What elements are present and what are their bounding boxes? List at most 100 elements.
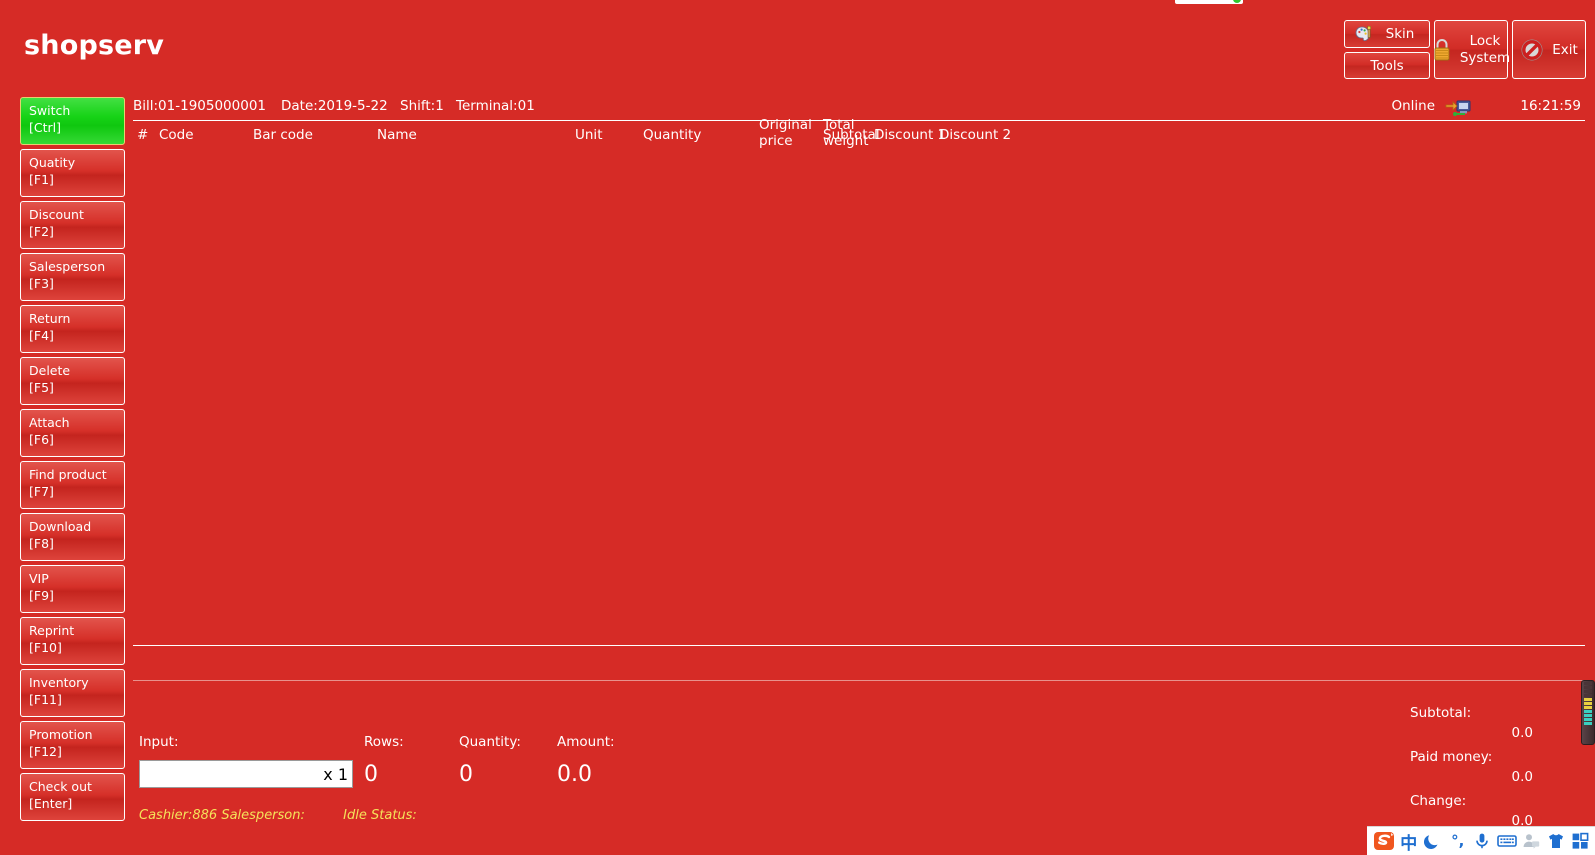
exit-button[interactable]: Exit <box>1512 20 1586 79</box>
sidebar-item-discount[interactable]: Discount [F2] <box>20 201 125 249</box>
skin-button[interactable]: Skin <box>1344 20 1430 48</box>
lock-icon <box>1432 38 1452 62</box>
sidebar-item-label: Return <box>29 311 71 326</box>
sidebar-item-shortcut: [F9] <box>29 587 54 603</box>
sidebar-item-shortcut: [Enter] <box>29 795 73 811</box>
punctuation-label: °, <box>1451 832 1465 850</box>
sidebar-item-quatity[interactable]: Quatity [F1] <box>20 149 125 197</box>
sidebar-item-label: Reprint <box>29 623 75 638</box>
subtotal-row: Subtotal: 0.0 <box>1410 705 1585 749</box>
sidebar-item-shortcut: [F3] <box>29 275 54 291</box>
toolbar-left-column: Skin Tools <box>1344 20 1430 79</box>
ime-mode-chinese-icon[interactable]: 中 <box>1398 829 1420 854</box>
sidebar-item-label: Attach <box>29 415 70 430</box>
function-key-sidebar: Switch [Ctrl] Quatity [F1] Discount [F2] Sales… <box>20 97 125 825</box>
sidebar-item-download[interactable]: Download [F8] <box>20 513 125 561</box>
col-header-name: Name <box>377 127 417 143</box>
cashier-status: Cashier:886 Salesperson: <box>139 808 305 823</box>
sidebar-item-shortcut: [F2] <box>29 223 54 239</box>
microphone-icon[interactable] <box>1472 829 1494 853</box>
subtotal-label: Subtotal: <box>1410 705 1472 721</box>
sidebar-item-delete[interactable]: Delete [F5] <box>20 357 125 405</box>
grid-bottom-divider <box>133 645 1585 646</box>
sidebar-item-label: VIP <box>29 571 49 586</box>
sidebar-item-label: Quatity <box>29 155 76 170</box>
window-toolbar: Skin Tools Lock System Exit <box>1344 20 1586 79</box>
bill-terminal: Terminal:01 <box>456 98 535 114</box>
col-header-total-weight: Total weight <box>823 117 869 149</box>
ime-mode-label: 中 <box>1400 833 1418 854</box>
quantity-value: 0 <box>459 762 473 787</box>
barcode-input-wrapper[interactable]: x 1 <box>139 760 353 788</box>
sidebar-item-shortcut: [F4] <box>29 327 54 343</box>
sidebar-item-label: Switch <box>29 103 71 118</box>
sidebar-item-label: Inventory <box>29 675 89 690</box>
sidebar-item-switch[interactable]: Switch [Ctrl] <box>20 97 125 145</box>
bill-date: Date:2019-5-22 <box>281 98 388 114</box>
totals-panel: Subtotal: 0.0 Paid money: 0.0 Change: 0.… <box>1410 705 1585 837</box>
sidebar-item-label: Check out <box>29 779 92 794</box>
idle-status: Idle Status: <box>343 808 417 823</box>
level-indicator-widget[interactable] <box>1581 680 1595 745</box>
sidebar-item-label: Download <box>29 519 92 534</box>
sidebar-item-find-product[interactable]: Find product [F7] <box>20 461 125 509</box>
sidebar-item-label: Find product <box>29 467 107 482</box>
col-header-subtotal: Subtotal <box>823 127 880 143</box>
sidebar-item-shortcut: [F5] <box>29 379 54 395</box>
sidebar-item-label: Delete <box>29 363 71 378</box>
bill-number: Bill:01-1905000001 <box>133 98 267 114</box>
moon-icon[interactable] <box>1423 829 1445 853</box>
col-header-quantity: Quantity <box>643 127 702 143</box>
forbidden-icon <box>1520 38 1544 62</box>
sidebar-item-label: Salesperson <box>29 259 106 274</box>
sidebar-item-reprint[interactable]: Reprint [F10] <box>20 617 125 665</box>
tools-button-label: Tools <box>1370 57 1404 74</box>
paid-money-value: 0.0 <box>1511 769 1533 785</box>
amount-value: 0.0 <box>557 762 592 787</box>
subtotal-value: 0.0 <box>1511 725 1533 741</box>
sidebar-item-vip[interactable]: VIP [F9] <box>20 565 125 613</box>
rows-value: 0 <box>364 762 378 787</box>
sidebar-item-promotion[interactable]: Promotion [F12] <box>20 721 125 769</box>
items-table-body[interactable] <box>133 150 1585 645</box>
sidebar-item-label: Promotion <box>29 727 93 742</box>
col-header-number: # <box>137 127 149 143</box>
lock-system-button[interactable]: Lock System <box>1432 20 1511 79</box>
sidebar-item-salesperson[interactable]: Salesperson [F3] <box>20 253 125 301</box>
sidebar-item-shortcut: [F10] <box>29 639 62 655</box>
page-title: shopserv <box>24 30 165 61</box>
skin-button-label: Skin <box>1385 26 1415 42</box>
user-speech-icon[interactable] <box>1521 829 1543 853</box>
bill-info-bar: Bill:01-1905000001 Date:2019-5-22 Shift:… <box>133 98 1585 118</box>
sidebar-item-label: Discount <box>29 207 84 222</box>
input-panel-divider <box>133 680 1585 681</box>
header-divider <box>133 120 1585 121</box>
status-bar: Cashier:886 Salesperson: Idle Status: <box>139 808 417 823</box>
sidebar-item-shortcut: [F1] <box>29 171 54 187</box>
sidebar-item-return[interactable]: Return [F4] <box>20 305 125 353</box>
sidebar-item-attach[interactable]: Attach [F6] <box>20 409 125 457</box>
change-label: Change: <box>1410 793 1467 809</box>
status-dot-icon <box>1233 0 1241 3</box>
quantity-label: Quantity: <box>459 734 521 750</box>
lock-system-label: Lock System <box>1459 32 1511 66</box>
sidebar-item-check-out[interactable]: Check out [Enter] <box>20 773 125 821</box>
amount-label: Amount: <box>557 734 615 750</box>
exit-button-label: Exit <box>1552 41 1578 58</box>
tools-button[interactable]: Tools <box>1344 52 1430 79</box>
items-table-header: # Code Bar code Name Unit Quantity Origi… <box>133 117 1585 149</box>
ime-toolbar: 中 °, <box>1367 826 1595 855</box>
sogou-logo-icon[interactable] <box>1373 829 1395 853</box>
sidebar-item-shortcut: [F11] <box>29 691 62 707</box>
toolbox-grid-icon[interactable] <box>1570 829 1592 853</box>
col-header-discount1: Discount 1 <box>874 127 947 143</box>
sidebar-item-inventory[interactable]: Inventory [F11] <box>20 669 125 717</box>
tshirt-skin-icon[interactable] <box>1545 829 1567 853</box>
col-header-discount2: Discount 2 <box>939 127 1012 143</box>
punctuation-toggle-icon[interactable]: °, <box>1447 829 1469 853</box>
soft-keyboard-icon[interactable] <box>1496 829 1518 853</box>
sidebar-item-shortcut: [F7] <box>29 483 54 499</box>
barcode-input[interactable] <box>140 761 318 787</box>
network-icon <box>1445 98 1475 118</box>
current-time: 16:21:59 <box>1520 98 1581 114</box>
